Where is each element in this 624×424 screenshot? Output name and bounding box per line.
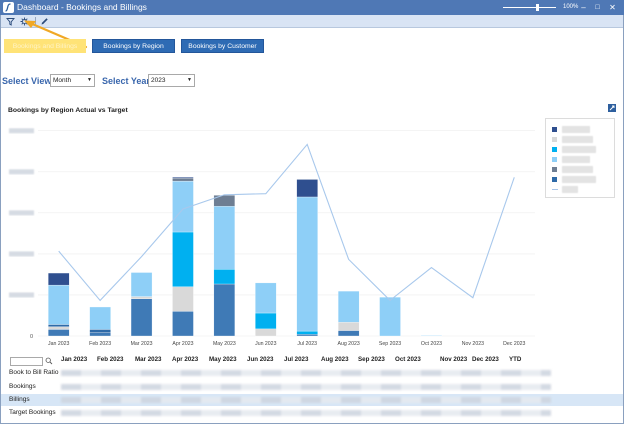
row-values-obscured <box>61 370 551 376</box>
tab-bookings-and-billings[interactable]: Bookings and Billings <box>4 39 86 53</box>
legend-swatch <box>552 177 557 182</box>
legend-item <box>552 126 612 134</box>
column-header: Apr 2023 <box>172 356 199 363</box>
table-row[interactable]: Book to Bill Ratio <box>1 367 623 379</box>
title-bar: Dashboard - Bookings and Billings 100% –… <box>0 0 624 15</box>
zoom-slider-thumb[interactable] <box>536 4 539 11</box>
column-header: YTD <box>509 356 522 363</box>
minimize-button[interactable]: – <box>578 2 589 13</box>
column-header: Jun 2023 <box>247 356 274 363</box>
close-button[interactable]: ✕ <box>607 2 618 13</box>
legend-swatch <box>552 157 557 162</box>
expand-icon[interactable] <box>608 104 616 112</box>
filter-icon[interactable] <box>5 16 16 27</box>
legend-swatch <box>552 127 557 132</box>
row-label: Target Bookings <box>9 409 56 416</box>
grid-search-input[interactable] <box>10 357 43 366</box>
legend-swatch <box>552 137 557 142</box>
table-row[interactable]: Target Bookings <box>1 407 623 419</box>
row-values-obscured <box>61 410 551 416</box>
legend-label-obscured <box>562 146 596 153</box>
legend-label-obscured <box>562 186 578 193</box>
column-header: Mar 2023 <box>135 356 162 363</box>
app-logo-icon <box>3 2 14 13</box>
legend-line-swatch <box>552 189 558 190</box>
row-label: Billings <box>9 396 30 403</box>
column-header: Aug 2023 <box>321 356 349 363</box>
chevron-down-icon: ▼ <box>87 77 92 83</box>
tab-bookings-by-customer[interactable]: Bookings by Customer <box>181 39 264 53</box>
column-header: Dec 2023 <box>472 356 499 363</box>
column-header: Jan 2023 <box>61 356 88 363</box>
legend-item <box>552 166 612 174</box>
row-values-obscured <box>61 397 551 403</box>
row-values-obscured <box>61 384 551 390</box>
view-select-value: Month <box>53 77 72 84</box>
year-select[interactable]: 2023 ▼ <box>148 74 195 87</box>
chart-legend <box>545 118 615 198</box>
column-header: Oct 2023 <box>395 356 421 363</box>
toolbar <box>1 15 623 28</box>
legend-label-obscured <box>562 166 593 173</box>
legend-item <box>552 136 612 144</box>
select-view-label: Select View: <box>2 76 55 86</box>
legend-item <box>552 176 612 184</box>
summary-grid: Jan 2023 Feb 2023 Mar 2023 Apr 2023 May … <box>1 353 623 423</box>
chevron-down-icon: ▼ <box>187 77 192 83</box>
column-header: Sep 2023 <box>358 356 385 363</box>
search-icon[interactable] <box>45 357 53 365</box>
chart-title: Bookings by Region Actual vs Target <box>8 107 128 114</box>
legend-swatch <box>552 147 557 152</box>
grid-header: Jan 2023 Feb 2023 Mar 2023 Apr 2023 May … <box>1 353 623 366</box>
column-header: Nov 2023 <box>440 356 468 363</box>
maximize-button[interactable]: □ <box>592 2 603 13</box>
legend-label-obscured <box>562 176 596 183</box>
legend-swatch <box>552 167 557 172</box>
zoom-slider[interactable] <box>503 7 556 8</box>
column-header: Feb 2023 <box>97 356 124 363</box>
table-row[interactable]: Billings <box>1 394 623 406</box>
column-header: Jul 2023 <box>284 356 309 363</box>
year-select-value: 2023 <box>151 77 166 84</box>
row-label: Bookings <box>9 383 36 390</box>
zoom-level: 100% <box>563 4 579 10</box>
legend-item-target <box>552 186 612 194</box>
legend-item <box>552 156 612 164</box>
legend-label-obscured <box>562 126 590 133</box>
table-row[interactable]: Bookings <box>1 381 623 393</box>
legend-label-obscured <box>562 136 593 143</box>
row-label: Book to Bill Ratio <box>9 369 59 376</box>
view-select[interactable]: Month ▼ <box>50 74 95 87</box>
tab-bookings-by-region[interactable]: Bookings by Region <box>92 39 175 53</box>
select-year-label: Select Year: <box>102 76 153 86</box>
legend-label-obscured <box>562 156 590 163</box>
legend-item <box>552 146 612 154</box>
column-header: May 2023 <box>209 356 237 363</box>
window-title: Dashboard - Bookings and Billings <box>17 2 147 12</box>
